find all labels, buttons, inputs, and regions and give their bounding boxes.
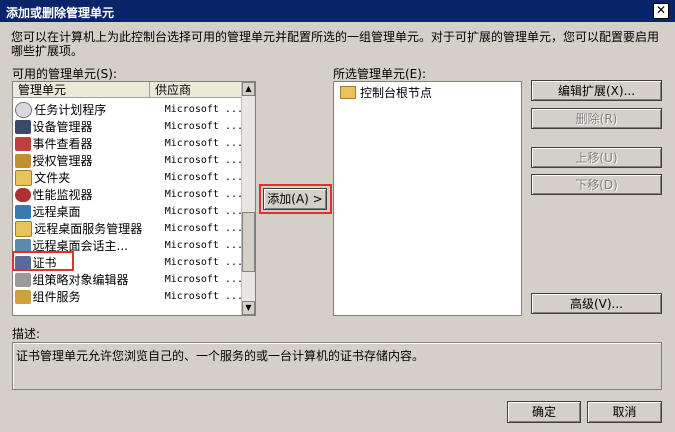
column-header-snapin[interactable]: 管理单元: [13, 82, 150, 98]
device-icon: [15, 119, 31, 134]
policy-icon: [15, 272, 31, 287]
list-header: 管理单元 供应商: [13, 82, 243, 99]
snapin-vendor: Microsoft ...: [164, 104, 243, 115]
snapin-vendor: Microsoft ...: [164, 223, 243, 234]
certificate-highlight: [12, 251, 74, 271]
column-header-vendor[interactable]: 供应商: [150, 82, 243, 98]
vertical-scrollbar[interactable]: ▲ ▼: [241, 82, 255, 315]
snapin-name: 远程桌面服务管理器: [34, 222, 143, 236]
scroll-up-arrow-icon[interactable]: ▲: [242, 82, 255, 96]
snapin-name: 任务计划程序: [34, 103, 107, 117]
list-item[interactable]: 设备管理器 Microsoft ...: [15, 118, 243, 135]
snapin-vendor: Microsoft ...: [164, 274, 243, 285]
component-icon: [15, 289, 31, 304]
selected-snapins-list[interactable]: 控制台根节点: [333, 81, 522, 316]
snapin-vendor: Microsoft ...: [164, 257, 243, 268]
title-bar: 添加或删除管理单元 ✕: [0, 0, 675, 22]
snapin-name: 授权管理器: [32, 154, 93, 168]
folder-icon: [340, 86, 356, 99]
description-label: 描述:: [12, 327, 41, 341]
snapin-name: 设备管理器: [32, 120, 93, 134]
console-root-label: 控制台根节点: [360, 86, 433, 100]
auth-icon: [15, 153, 31, 168]
snapin-vendor: Microsoft ...: [164, 155, 243, 166]
snapin-name: 远程桌面: [32, 205, 81, 219]
ok-button[interactable]: 确定: [507, 401, 581, 423]
snapin-name: 组件服务: [32, 290, 81, 304]
snapin-name: 组策略对象编辑器: [32, 273, 129, 287]
list-item[interactable]: 事件查看器 Microsoft ...: [15, 135, 243, 152]
advanced-button[interactable]: 高级(V)...: [531, 293, 662, 314]
list-item[interactable]: 任务计划程序 Microsoft ...: [15, 101, 243, 118]
selected-label: 所选管理单元(E):: [333, 67, 426, 81]
move-up-button[interactable]: 上移(U): [531, 147, 662, 168]
list-item[interactable]: 远程桌面服务管理器 Microsoft ...: [15, 220, 243, 237]
list-item[interactable]: 组件服务 Microsoft ...: [15, 288, 243, 305]
snapin-vendor: Microsoft ...: [164, 121, 243, 132]
scroll-down-arrow-icon[interactable]: ▼: [242, 301, 255, 315]
move-down-button[interactable]: 下移(D): [531, 174, 662, 195]
snapin-vendor: Microsoft ...: [164, 206, 243, 217]
snapin-vendor: Microsoft ...: [164, 138, 243, 149]
available-label: 可用的管理单元(S):: [12, 67, 118, 81]
list-item[interactable]: 远程桌面 Microsoft ...: [15, 203, 243, 220]
cancel-button[interactable]: 取消: [587, 401, 662, 423]
list-item[interactable]: 性能监视器 Microsoft ...: [15, 186, 243, 203]
list-item[interactable]: 组策略对象编辑器 Microsoft ...: [15, 271, 243, 288]
snapin-name: 文件夹: [34, 171, 71, 185]
snapin-name: 性能监视器: [32, 188, 93, 202]
snapin-vendor: Microsoft ...: [164, 291, 243, 302]
list-item[interactable]: 文件夹 Microsoft ...: [15, 169, 243, 186]
available-snapins-list[interactable]: 管理单元 供应商 任务计划程序 Microsoft ... 设备管理器 Microso…: [12, 81, 256, 316]
add-button-highlight: [259, 184, 332, 214]
snapin-vendor: Microsoft ...: [164, 189, 243, 200]
folder-icon: [15, 169, 33, 186]
list-item[interactable]: 控制台根节点: [340, 84, 432, 101]
clock-icon: [15, 101, 33, 118]
perf-icon: [15, 187, 31, 202]
edit-extensions-button[interactable]: 编辑扩展(X)...: [531, 80, 662, 101]
folder-icon: [15, 220, 33, 237]
close-button[interactable]: ✕: [653, 3, 669, 19]
snapin-vendor: Microsoft ...: [164, 172, 243, 183]
list-item[interactable]: 授权管理器 Microsoft ...: [15, 152, 243, 169]
snapin-name: 事件查看器: [32, 137, 93, 151]
description-text: 证书管理单元允许您浏览自己的、一个服务的或一台计算机的证书存储内容。: [16, 349, 425, 363]
scroll-thumb[interactable]: [242, 212, 255, 272]
description-box: 证书管理单元允许您浏览自己的、一个服务的或一台计算机的证书存储内容。: [12, 342, 662, 390]
event-icon: [15, 136, 31, 151]
window-title: 添加或删除管理单元: [6, 6, 115, 20]
intro-text: 您可以在计算机上为此控制台选择可用的管理单元并配置所选的一组管理单元。对于可扩展…: [11, 30, 660, 58]
remote-icon: [15, 204, 31, 219]
remove-button[interactable]: 删除(R): [531, 108, 662, 129]
snapin-vendor: Microsoft ...: [164, 240, 243, 251]
